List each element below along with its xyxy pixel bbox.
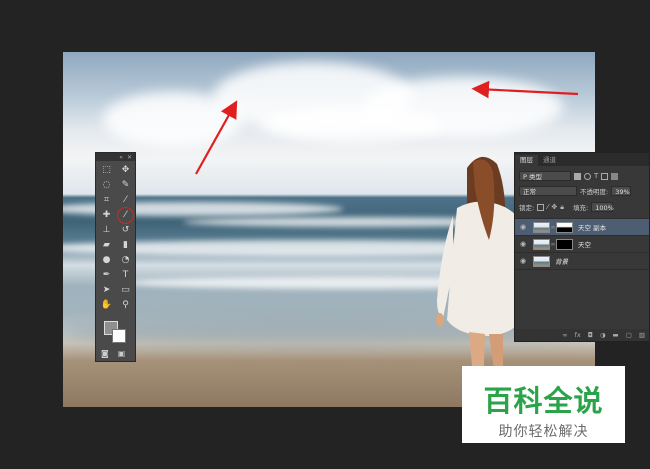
clone-stamp-tool[interactable]: ⊥ <box>97 223 116 238</box>
new-layer-icon[interactable]: ▢ <box>626 331 632 339</box>
layer-thumbnail <box>533 238 550 250</box>
crop-tool[interactable]: ⌗ <box>97 193 116 208</box>
visibility-eye-icon[interactable]: ◉ <box>518 223 528 231</box>
layer-mask-thumbnail[interactable] <box>556 238 573 250</box>
eyedropper-tool[interactable]: ⁄ <box>116 193 135 208</box>
filter-kind-select[interactable]: P 类型 <box>519 171 571 181</box>
fx-icon[interactable]: fx <box>575 331 581 339</box>
collapse-icon[interactable]: « <box>119 154 123 161</box>
zoom-tool[interactable]: ⚲ <box>116 298 135 313</box>
tools-panel-header[interactable]: « ✕ <box>96 153 135 161</box>
layers-panel-footer: ∞ fx ◘ ◑ ▬ ▢ ▥ <box>515 329 649 341</box>
watermark-subtitle: 助你轻松解决 <box>498 424 589 440</box>
pen-tool[interactable]: ✒ <box>97 268 116 283</box>
visibility-eye-icon[interactable]: ◉ <box>518 257 528 265</box>
move-tool[interactable]: ✥ <box>116 163 135 178</box>
filter-pixel-icon[interactable] <box>574 172 581 180</box>
adjustment-icon[interactable]: ◑ <box>600 331 606 339</box>
blend-mode-select[interactable]: 正常 <box>519 186 577 196</box>
layer-name: 天空 副本 <box>578 224 607 232</box>
filter-type-icon[interactable]: T <box>594 172 598 180</box>
tab-layers[interactable]: 图层 <box>515 155 538 166</box>
layer-row-background[interactable]: ◉ 背景 <box>515 252 649 270</box>
background-color-swatch[interactable] <box>112 329 126 343</box>
tools-panel[interactable]: « ✕ ⬚ ✥ ◌ ✎ ⌗ ⁄ ✚ ⁄ ⊥ ↺ ▰ ▮ ● ◔ ✒ T ➤ ▭ ✋ ⚲ ◙ ▣ <box>95 152 136 362</box>
layer-row-sky[interactable]: ◉ ∞ 天空 <box>515 235 649 252</box>
filter-smart-icon[interactable] <box>611 172 619 180</box>
lock-position-icon[interactable]: ✥ <box>551 203 557 211</box>
watermark-title: 百科全说 <box>483 384 604 418</box>
layer-row-sky-copy[interactable]: ◉ ∞ 天空 副本 <box>515 218 649 235</box>
filter-row: P 类型 T <box>519 171 619 181</box>
lock-transparent-icon[interactable] <box>537 203 545 211</box>
tool-grid: ⬚ ✥ ◌ ✎ ⌗ ⁄ ✚ ⁄ ⊥ ↺ ▰ ▮ ● ◔ ✒ T ➤ ▭ ✋ ⚲ <box>96 161 135 313</box>
path-select-tool[interactable]: ➤ <box>97 283 116 298</box>
brush-tool[interactable]: ⁄ <box>116 207 135 224</box>
watermark-logo: 百科全说 助你轻松解决 <box>462 366 625 443</box>
eraser-tool[interactable]: ▰ <box>97 238 116 253</box>
healing-brush-tool[interactable]: ✚ <box>97 208 116 223</box>
quick-mask-icon[interactable]: ◙ <box>101 349 109 358</box>
layer-mask-thumbnail[interactable] <box>556 221 573 233</box>
tools-bottom-icons: ◙ ▣ <box>101 349 125 358</box>
screen-mode-icon[interactable]: ▣ <box>118 349 126 358</box>
layer-name: 天空 <box>578 241 591 249</box>
tab-channels[interactable]: 通道 <box>538 155 561 166</box>
blend-row: 正常 不透明度: 39% <box>519 186 632 196</box>
marquee-tool[interactable]: ⬚ <box>97 163 116 178</box>
lock-all-icon[interactable]: 🔒︎ <box>560 203 564 212</box>
lock-pixels-icon[interactable]: ⁄ <box>547 203 548 211</box>
lock-row: 锁定: ⁄ ✥ 🔒︎ 填充: 100% <box>519 202 614 212</box>
lock-label: 锁定: <box>519 204 535 212</box>
close-icon[interactable]: ✕ <box>127 154 132 161</box>
gradient-tool[interactable]: ▮ <box>116 238 135 253</box>
quick-select-tool[interactable]: ✎ <box>116 178 135 193</box>
color-swatches[interactable] <box>104 321 128 343</box>
mask-icon[interactable]: ◘ <box>588 331 593 339</box>
history-brush-tool[interactable]: ↺ <box>116 223 135 238</box>
filter-adjust-icon[interactable] <box>584 172 591 180</box>
layer-thumbnail <box>533 221 550 233</box>
trash-icon[interactable]: ▥ <box>639 331 645 339</box>
layer-thumbnail <box>533 255 550 267</box>
dodge-tool[interactable]: ◔ <box>116 253 135 268</box>
lasso-tool[interactable]: ◌ <box>97 178 116 193</box>
fill-input[interactable]: 100% <box>591 202 614 212</box>
layers-panel-tabs: 图层 通道 <box>515 153 649 166</box>
blur-tool[interactable]: ● <box>97 253 116 268</box>
fill-label: 填充: <box>572 204 589 212</box>
opacity-input[interactable]: 39% <box>611 186 632 196</box>
link-icon[interactable]: ∞ <box>562 331 567 339</box>
layers-panel[interactable]: 图层 通道 P 类型 T 正常 不透明度: 39% 锁定: ⁄ ✥ 🔒︎ 填充:… <box>514 152 650 342</box>
group-icon[interactable]: ▬ <box>613 331 619 339</box>
cloud <box>263 107 443 142</box>
type-tool[interactable]: T <box>116 268 135 283</box>
rectangle-tool[interactable]: ▭ <box>116 283 135 298</box>
filter-shape-icon[interactable] <box>601 172 609 180</box>
visibility-eye-icon[interactable]: ◉ <box>518 240 528 248</box>
opacity-label: 不透明度: <box>580 188 609 196</box>
hand-tool[interactable]: ✋ <box>97 298 116 313</box>
layer-name: 背景 <box>555 258 568 266</box>
